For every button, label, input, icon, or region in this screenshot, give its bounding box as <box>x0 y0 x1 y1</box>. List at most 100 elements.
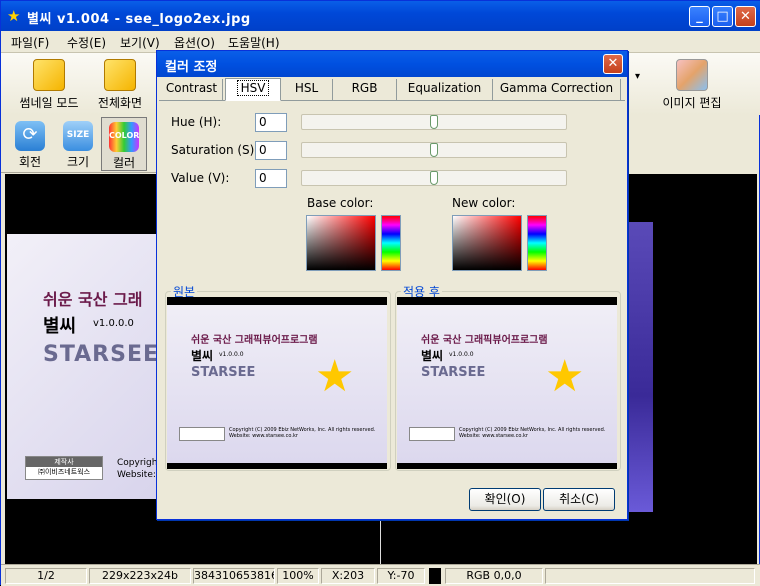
applied-brand: STARSEE <box>421 365 486 380</box>
saturation-slider-thumb[interactable] <box>430 143 438 157</box>
saturation-input[interactable]: 0 <box>255 141 287 160</box>
rotate-button[interactable]: ⟳ 회전 <box>13 121 47 170</box>
tab-hsv[interactable]: HSV <box>225 78 281 101</box>
tab-contrast[interactable]: Contrast <box>161 79 223 100</box>
status-dimensions: 229x223x24b <box>89 568 191 584</box>
menu-help[interactable]: 도움말(H) <box>228 34 280 51</box>
splash-version: v1.0.0.0 <box>93 318 134 329</box>
original-brand: STARSEE <box>191 365 256 380</box>
color-button[interactable]: COLOR 컬러 <box>101 117 147 171</box>
tab-equalization[interactable]: Equalization <box>397 79 493 100</box>
applied-tagline: 쉬운 국산 그래픽뷰어프로그램 <box>421 335 548 346</box>
status-page: 1/2 <box>5 568 87 584</box>
copyright-text: Copyrigh <box>117 458 158 468</box>
original-version: v1.0.0.0 <box>219 351 244 358</box>
saturation-slider[interactable] <box>301 142 567 158</box>
close-button[interactable]: ✕ <box>735 6 756 27</box>
base-color-label: Base color: <box>307 196 374 210</box>
website-text: Website: <box>117 470 156 480</box>
app-star-icon: ★ <box>7 7 21 25</box>
splash-name: 별씨 <box>43 316 77 337</box>
color-icon: COLOR <box>109 122 139 152</box>
tab-hsl[interactable]: HSL <box>281 79 333 100</box>
new-hue-bar <box>527 215 547 271</box>
splash-brand: STARSEE <box>43 342 160 367</box>
base-color-field <box>306 215 376 271</box>
status-rgb: RGB 0,0,0 <box>445 568 543 584</box>
original-preview: 쉬운 국산 그래픽뷰어프로그램 별씨 v1.0.0.0 STARSEE ★ Co… <box>167 297 387 469</box>
fullscreen-button[interactable]: 전체화면 <box>89 59 151 111</box>
new-color-label: New color: <box>452 196 516 210</box>
original-maker-box <box>179 427 225 441</box>
value-slider[interactable] <box>301 170 567 186</box>
applied-star-icon: ★ <box>545 351 585 402</box>
menu-view[interactable]: 보기(V) <box>120 34 160 51</box>
thumbnail-mode-button[interactable]: 썸네일 모드 <box>9 59 89 111</box>
splash-tagline: 쉬운 국산 그래 <box>43 290 143 309</box>
menu-options[interactable]: 옵션(O) <box>174 34 215 51</box>
tab-rgb[interactable]: RGB <box>333 79 397 100</box>
original-copyright: Copyright (C) 2009 Ebiz NetWorks, Inc. A… <box>229 427 379 439</box>
applied-copyright: Copyright (C) 2009 Ebiz NetWorks, Inc. A… <box>459 427 609 439</box>
thumbnail-icon <box>33 59 65 91</box>
original-website-line: Website: www.starsee.co.kr <box>229 433 298 439</box>
color-label: 컬러 <box>112 156 136 170</box>
ok-button[interactable]: 확인(O) <box>469 488 541 511</box>
hue-slider[interactable] <box>301 114 567 130</box>
status-x: X:203 <box>321 568 375 584</box>
menu-edit[interactable]: 수정(E) <box>67 34 106 51</box>
base-hue-bar <box>381 215 401 271</box>
new-color-field <box>452 215 522 271</box>
fullscreen-label: 전체화면 <box>97 96 143 110</box>
hue-label: Hue (H): <box>171 115 222 129</box>
brush-icon <box>676 59 708 91</box>
maker-label: 제작사 <box>26 457 102 467</box>
original-name: 별씨 <box>191 349 214 363</box>
applied-version: v1.0.0.0 <box>449 351 474 358</box>
window-title: 별씨 v1.004 - see_logo2ex.jpg <box>27 12 251 27</box>
status-zoom: 100% <box>277 568 319 584</box>
applied-website-line: Website: www.starsee.co.kr <box>459 433 528 439</box>
image-edit-button[interactable]: 이미지 편집 <box>653 59 731 111</box>
minimize-button[interactable]: _ <box>689 6 710 27</box>
saturation-label: Saturation (S): <box>171 143 259 157</box>
original-tagline: 쉬운 국산 그래픽뷰어프로그램 <box>191 335 318 346</box>
menu-file[interactable]: 파일(F) <box>11 34 49 51</box>
image-edit-label: 이미지 편집 <box>662 96 722 110</box>
tab-hsv-label: HSV <box>236 80 270 96</box>
value-slider-thumb[interactable] <box>430 171 438 185</box>
maker-name: ㈜이비즈네트웍스 <box>37 468 91 476</box>
status-bar: 1/2 229x223x24b 384310653816( 100% X:203… <box>1 564 760 586</box>
hue-slider-thumb[interactable] <box>430 115 438 129</box>
rotate-label: 회전 <box>18 155 42 169</box>
size-icon: SIZE <box>63 121 93 151</box>
dialog-title: 컬러 조정 <box>165 60 218 75</box>
status-y: Y:-70 <box>377 568 425 584</box>
hue-input[interactable]: 0 <box>255 113 287 132</box>
color-swatch <box>429 568 441 584</box>
title-bar[interactable]: ★ 별씨 v1.004 - see_logo2ex.jpg _ □ ✕ <box>1 1 760 31</box>
applied-name: 별씨 <box>421 349 444 363</box>
fullscreen-icon <box>104 59 136 91</box>
edit-toolbar: ⟳ 회전 SIZE 크기 COLOR 컬러 <box>1 115 159 173</box>
cancel-button[interactable]: 취소(C) <box>543 488 615 511</box>
rotate-icon: ⟳ <box>15 121 45 151</box>
maker-box: 제작사 ㈜이비즈네트웍스 <box>25 456 103 480</box>
color-adjust-dialog: 컬러 조정 ✕ Contrast HSV HSL RGB Equalizatio… <box>156 50 628 520</box>
divider-line <box>380 519 381 564</box>
toolbar-more-arrow-icon[interactable]: ▾ <box>635 71 640 82</box>
value-label: Value (V): <box>171 171 230 185</box>
image-left-portion: 쉬운 국산 그래 별씨 v1.0.0.0 STARSEE 제작사 ㈜이비즈네트웍… <box>7 234 160 499</box>
applied-maker-box <box>409 427 455 441</box>
size-label: 크기 <box>66 155 90 169</box>
dialog-title-bar[interactable]: 컬러 조정 ✕ <box>157 51 627 77</box>
thumbnail-label: 썸네일 모드 <box>19 96 79 110</box>
value-input[interactable]: 0 <box>255 169 287 188</box>
size-button[interactable]: SIZE 크기 <box>61 121 95 170</box>
maximize-button[interactable]: □ <box>712 6 733 27</box>
tab-gamma-correction[interactable]: Gamma Correction <box>493 79 621 100</box>
applied-preview: 쉬운 국산 그래픽뷰어프로그램 별씨 v1.0.0.0 STARSEE ★ Co… <box>397 297 617 469</box>
dialog-close-button[interactable]: ✕ <box>603 54 623 74</box>
image-right-portion <box>627 222 653 512</box>
original-star-icon: ★ <box>315 351 355 402</box>
